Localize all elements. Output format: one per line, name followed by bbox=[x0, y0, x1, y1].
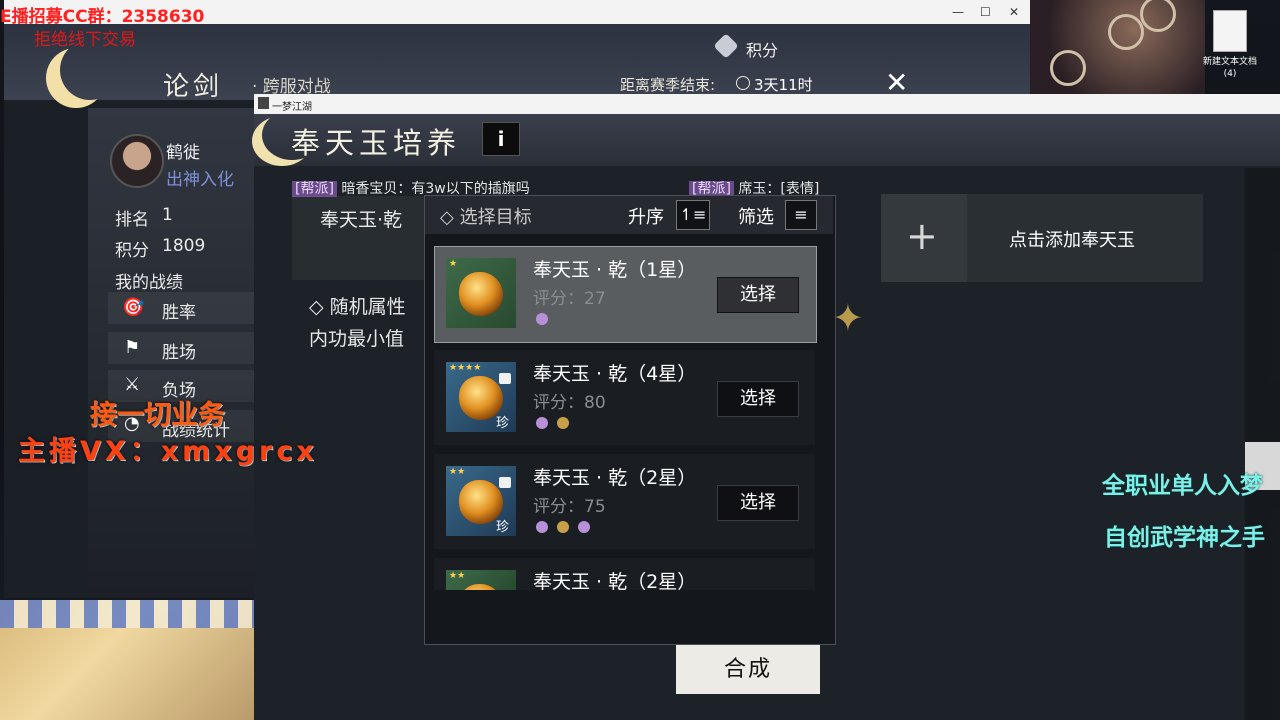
info-button[interactable]: i bbox=[482, 122, 520, 156]
select-button[interactable]: 选择 bbox=[717, 277, 799, 313]
item-score: 评分：80 bbox=[533, 393, 606, 413]
score-value: 1809 bbox=[162, 236, 206, 256]
stream-wechat-text: 主播VX：xmxgrcx bbox=[18, 436, 318, 467]
stream-business-text: 接一切业务 bbox=[90, 400, 225, 431]
maximize-icon[interactable]: ☐ bbox=[980, 5, 991, 19]
rarity-badge: 珍 bbox=[496, 520, 510, 535]
inner-min-label: 内功最小值 bbox=[309, 328, 405, 350]
attribute-dot bbox=[536, 313, 548, 325]
star-rating: ★★ bbox=[449, 571, 466, 581]
item-thumbnail: ★★ 珍 bbox=[446, 466, 516, 536]
crossed-swords-icon: ⚔ bbox=[124, 374, 141, 395]
jade-slot-title: 奉天玉·乾 bbox=[320, 209, 403, 231]
select-button[interactable]: 选择 bbox=[717, 381, 799, 417]
item-name: 奉天玉 · 乾（4星） bbox=[533, 363, 697, 385]
item-thumbnail: ★★ bbox=[446, 570, 516, 592]
desktop-file-label[interactable]: 新建文本文档 (4) bbox=[1198, 56, 1262, 80]
popup-footer-mask bbox=[425, 590, 833, 642]
clock-icon bbox=[736, 76, 750, 90]
player-title: 出神入化 bbox=[166, 170, 234, 190]
record-label: 我的战绩 bbox=[115, 273, 183, 293]
wallpaper-decoration bbox=[1030, 0, 1205, 96]
page-title: 奉天玉培养 bbox=[291, 126, 462, 160]
star-rating: ★★ bbox=[449, 467, 466, 477]
menu-label-winrate: 胜率 bbox=[162, 303, 196, 323]
plus-icon[interactable]: + bbox=[906, 214, 938, 258]
attribute-dot bbox=[557, 417, 569, 429]
text-file-icon[interactable] bbox=[1213, 10, 1247, 52]
filter-label[interactable]: 筛选 bbox=[738, 203, 774, 229]
star-rating: ★★★★ bbox=[449, 363, 482, 373]
flag-icon: ⚑ bbox=[124, 337, 141, 358]
item-name: 奉天玉 · 乾（2星） bbox=[533, 467, 697, 489]
item-score: 评分：75 bbox=[533, 497, 606, 517]
filter-list-icon[interactable]: ≡ bbox=[785, 200, 817, 230]
avatar bbox=[110, 134, 164, 188]
menu-label-wins: 胜场 bbox=[162, 343, 196, 363]
yimeng-titlebar bbox=[254, 94, 1280, 114]
synthesize-button[interactable]: 合成 bbox=[676, 645, 820, 694]
item-name: 奉天玉 · 乾（1星） bbox=[533, 259, 697, 281]
attribute-dot bbox=[536, 521, 548, 533]
select-button[interactable]: 选择 bbox=[717, 485, 799, 521]
wallpaper-stripe bbox=[0, 600, 260, 628]
item-score: 评分：27 bbox=[533, 289, 606, 309]
stream-recruit-text: E播招募CC群：2358630 bbox=[0, 7, 205, 27]
stream-cyan-text-2: 自创武学神之手 bbox=[1104, 525, 1265, 551]
minimize-icon[interactable]: — bbox=[952, 5, 964, 19]
popup-title: ◇ 选择目标 bbox=[440, 207, 532, 228]
star-rating: ★ bbox=[449, 259, 458, 269]
decoration-circle bbox=[1050, 50, 1086, 86]
rank-label: 排名 bbox=[115, 210, 149, 230]
decoration-circle bbox=[1140, 0, 1176, 32]
target-icon: 🎯 bbox=[122, 297, 145, 318]
lock-icon bbox=[499, 477, 511, 488]
score-label: 积分 bbox=[115, 241, 149, 261]
add-jade-label[interactable]: 点击添加奉天玉 bbox=[1009, 226, 1135, 252]
attribute-dot bbox=[536, 417, 548, 429]
stream-cyan-text-1: 全职业单人入梦 bbox=[1102, 473, 1263, 499]
attribute-dot bbox=[578, 521, 590, 533]
rank-value: 1 bbox=[162, 205, 173, 225]
random-attribute-label: ◇ 随机属性 bbox=[309, 296, 406, 318]
item-thumbnail: ★★★★ 珍 bbox=[446, 362, 516, 432]
sort-ascending-icon[interactable]: ↿≡ bbox=[676, 200, 710, 230]
points-label[interactable]: 积分 bbox=[746, 37, 778, 61]
sort-label[interactable]: 升序 bbox=[628, 203, 664, 229]
lunjian-header bbox=[4, 24, 1030, 100]
decoration-circle bbox=[1108, 14, 1144, 50]
jade-gem-icon bbox=[459, 272, 503, 316]
guild-tag: [帮派] bbox=[292, 181, 337, 197]
close-icon[interactable]: ✕ bbox=[1009, 5, 1019, 19]
player-name: 鹤徙 bbox=[166, 143, 200, 163]
lock-icon bbox=[499, 373, 511, 384]
app-icon bbox=[258, 97, 269, 109]
star-decoration: ✦ bbox=[832, 296, 864, 340]
attribute-dot bbox=[557, 521, 569, 533]
stream-notice-text: 拒绝线下交易 bbox=[34, 30, 136, 50]
rarity-badge: 珍 bbox=[496, 416, 510, 431]
item-thumbnail: ★ bbox=[446, 258, 516, 328]
lunjian-title: 论剑 bbox=[163, 72, 224, 102]
season-label: 距离赛季结束: bbox=[620, 76, 716, 94]
season-remaining: 3天11时 bbox=[754, 76, 813, 94]
